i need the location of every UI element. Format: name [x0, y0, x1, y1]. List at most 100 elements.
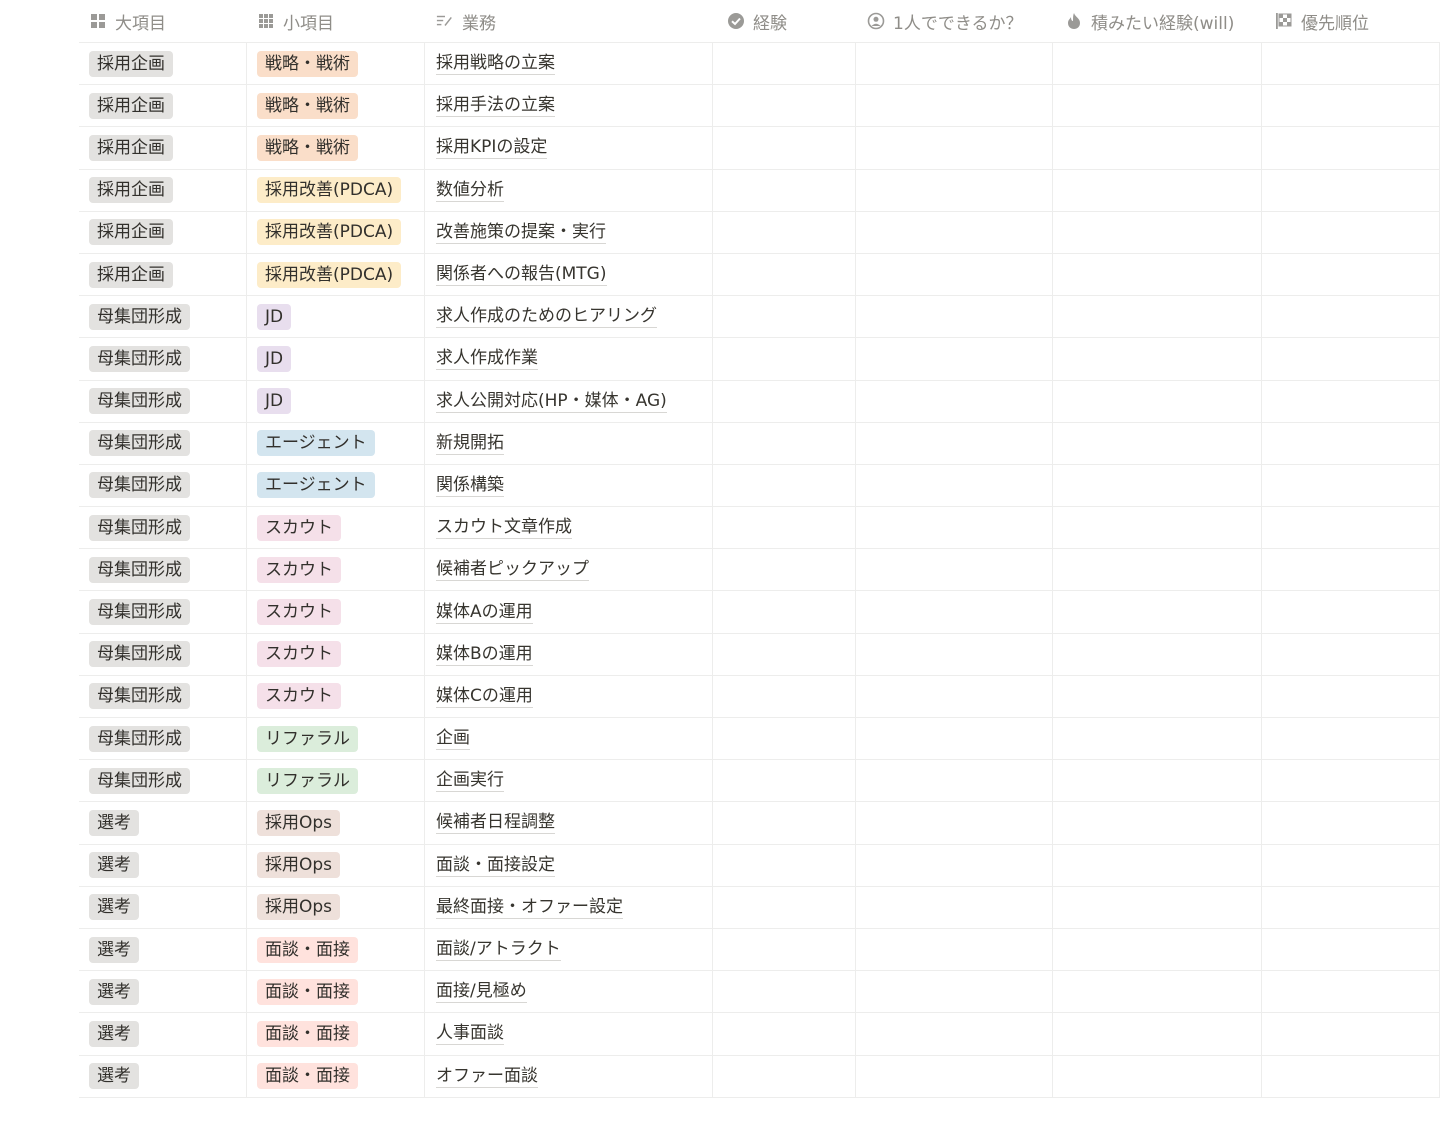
- can-do-alone-cell[interactable]: [856, 928, 1053, 971]
- priority-cell[interactable]: [1262, 1013, 1440, 1055]
- subcategory-cell[interactable]: スカウト: [247, 549, 425, 591]
- will-cell[interactable]: [1053, 633, 1262, 675]
- subcategory-cell[interactable]: エージェント: [247, 422, 425, 464]
- experience-cell[interactable]: [713, 971, 856, 1013]
- experience-cell[interactable]: [713, 338, 856, 380]
- task-cell[interactable]: 面接/見極め: [425, 971, 713, 1013]
- task-cell[interactable]: 企画: [425, 718, 713, 760]
- table-row[interactable]: 母集団形成 JD 求人公開対応(HP・媒体・AG): [79, 380, 1440, 423]
- priority-cell[interactable]: [1262, 844, 1440, 886]
- priority-cell[interactable]: [1262, 464, 1440, 507]
- task-cell[interactable]: 企画実行: [425, 760, 713, 802]
- category-cell[interactable]: 選考: [79, 844, 247, 886]
- category-cell[interactable]: 採用企画: [79, 127, 247, 169]
- header-subcategory[interactable]: 小項目: [247, 0, 425, 42]
- subcategory-cell[interactable]: 採用改善(PDCA): [247, 169, 425, 211]
- table-row[interactable]: 母集団形成 リファラル 企画: [79, 718, 1440, 761]
- will-cell[interactable]: [1053, 169, 1262, 211]
- can-do-alone-cell[interactable]: [856, 127, 1053, 169]
- priority-cell[interactable]: [1262, 1055, 1440, 1097]
- can-do-alone-cell[interactable]: [856, 169, 1053, 211]
- header-can-do-alone[interactable]: 1人でできるか？: [856, 0, 1053, 42]
- task-cell[interactable]: 候補者日程調整: [425, 802, 713, 844]
- category-cell[interactable]: 選考: [79, 1055, 247, 1097]
- table-row[interactable]: 母集団形成 スカウト スカウト文章作成: [79, 507, 1440, 550]
- header-will[interactable]: 積みたい経験(will): [1053, 0, 1262, 42]
- experience-cell[interactable]: [713, 1013, 856, 1055]
- category-cell[interactable]: 選考: [79, 802, 247, 844]
- task-title[interactable]: 採用手法の立案: [436, 94, 555, 118]
- can-do-alone-cell[interactable]: [856, 675, 1053, 717]
- category-cell[interactable]: 選考: [79, 886, 247, 928]
- experience-cell[interactable]: [713, 43, 856, 85]
- task-cell[interactable]: 新規開拓: [425, 422, 713, 464]
- task-cell[interactable]: 人事面談: [425, 1013, 713, 1055]
- experience-cell[interactable]: [713, 633, 856, 675]
- task-title[interactable]: 媒体Cの運用: [436, 685, 533, 708]
- header-category[interactable]: 大項目: [79, 0, 247, 42]
- will-cell[interactable]: [1053, 338, 1262, 380]
- experience-cell[interactable]: [713, 464, 856, 507]
- subcategory-cell[interactable]: エージェント: [247, 464, 425, 507]
- header-experience[interactable]: 経験: [713, 0, 856, 42]
- priority-cell[interactable]: [1262, 85, 1440, 127]
- category-cell[interactable]: 母集団形成: [79, 760, 247, 802]
- table-row[interactable]: 母集団形成 スカウト 媒体Bの運用: [79, 633, 1440, 676]
- will-cell[interactable]: [1053, 591, 1262, 633]
- priority-cell[interactable]: [1262, 507, 1440, 549]
- category-cell[interactable]: 母集団形成: [79, 338, 247, 380]
- task-title[interactable]: 関係者への報告(MTG): [436, 263, 607, 287]
- will-cell[interactable]: [1053, 760, 1262, 802]
- will-cell[interactable]: [1053, 211, 1262, 253]
- table-row[interactable]: 選考 採用Ops 候補者日程調整: [79, 802, 1440, 845]
- task-title[interactable]: 人事面談: [436, 1022, 504, 1046]
- can-do-alone-cell[interactable]: [856, 211, 1053, 253]
- will-cell[interactable]: [1053, 85, 1262, 127]
- subcategory-cell[interactable]: JD: [247, 338, 425, 380]
- experience-cell[interactable]: [713, 85, 856, 127]
- task-title[interactable]: オファー面談: [436, 1065, 538, 1088]
- will-cell[interactable]: [1053, 127, 1262, 169]
- table-row[interactable]: 母集団形成 スカウト 媒体Cの運用: [79, 675, 1440, 718]
- task-cell[interactable]: 求人公開対応(HP・媒体・AG): [425, 380, 713, 422]
- task-cell[interactable]: 候補者ピックアップ: [425, 549, 713, 591]
- table-row[interactable]: 採用企画 戦略・戦術 採用手法の立案: [79, 85, 1440, 128]
- task-title[interactable]: 求人公開対応(HP・媒体・AG): [436, 390, 667, 413]
- category-cell[interactable]: 採用企画: [79, 43, 247, 85]
- can-do-alone-cell[interactable]: [856, 507, 1053, 549]
- experience-cell[interactable]: [713, 211, 856, 253]
- will-cell[interactable]: [1053, 675, 1262, 717]
- table-row[interactable]: 選考 採用Ops 最終面接・オファー設定: [79, 886, 1440, 929]
- subcategory-cell[interactable]: 戦略・戦術: [247, 85, 425, 127]
- task-title[interactable]: 候補者ピックアップ: [436, 558, 589, 582]
- table-row[interactable]: 母集団形成 スカウト 媒体Aの運用: [79, 591, 1440, 634]
- experience-cell[interactable]: [713, 549, 856, 591]
- task-title[interactable]: 面接/見極め: [436, 980, 527, 1004]
- task-cell[interactable]: 媒体Aの運用: [425, 591, 713, 633]
- task-cell[interactable]: 採用手法の立案: [425, 85, 713, 127]
- task-title[interactable]: 候補者日程調整: [436, 811, 555, 835]
- can-do-alone-cell[interactable]: [856, 591, 1053, 633]
- task-title[interactable]: 面談・面接設定: [436, 854, 555, 877]
- experience-cell[interactable]: [713, 844, 856, 886]
- can-do-alone-cell[interactable]: [856, 1013, 1053, 1055]
- experience-cell[interactable]: [713, 1055, 856, 1097]
- category-cell[interactable]: 母集団形成: [79, 675, 247, 717]
- experience-cell[interactable]: [713, 422, 856, 464]
- will-cell[interactable]: [1053, 928, 1262, 971]
- can-do-alone-cell[interactable]: [856, 296, 1053, 338]
- subcategory-cell[interactable]: 採用改善(PDCA): [247, 211, 425, 253]
- priority-cell[interactable]: [1262, 591, 1440, 633]
- can-do-alone-cell[interactable]: [856, 85, 1053, 127]
- can-do-alone-cell[interactable]: [856, 338, 1053, 380]
- table-row[interactable]: 選考 採用Ops 面談・面接設定: [79, 844, 1440, 887]
- priority-cell[interactable]: [1262, 886, 1440, 928]
- task-title[interactable]: 媒体Bの運用: [436, 643, 533, 666]
- subcategory-cell[interactable]: スカウト: [247, 633, 425, 675]
- will-cell[interactable]: [1053, 886, 1262, 928]
- subcategory-cell[interactable]: JD: [247, 296, 425, 338]
- task-title[interactable]: 企画: [436, 727, 470, 751]
- category-cell[interactable]: 母集団形成: [79, 507, 247, 549]
- table-row[interactable]: 母集団形成 JD 求人作成のためのヒアリング: [79, 296, 1440, 339]
- task-cell[interactable]: 面談・面接設定: [425, 844, 713, 886]
